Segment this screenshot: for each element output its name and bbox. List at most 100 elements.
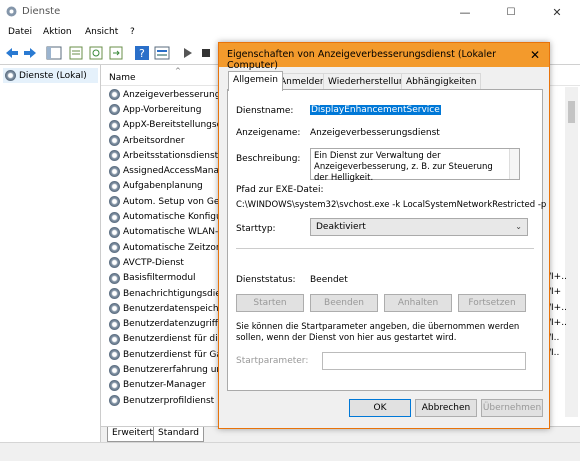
service-name-value[interactable]: DisplayEnhancementService bbox=[310, 105, 441, 115]
service-gear-icon bbox=[109, 318, 120, 330]
service-name: Automatische WLAN-Ko bbox=[123, 227, 221, 238]
maximize-button[interactable]: ☐ bbox=[488, 0, 534, 24]
table-row[interactable]: Arbeitsordner bbox=[109, 133, 185, 148]
startup-type-select[interactable]: Deaktiviert ⌄ bbox=[310, 218, 528, 236]
exe-path-value[interactable]: C:\WINDOWS\system32\svchost.exe -k Local… bbox=[236, 200, 546, 210]
ok-button[interactable]: OK bbox=[349, 399, 411, 417]
service-name: Aufgabenplanung bbox=[123, 181, 203, 192]
service-gear-icon bbox=[109, 395, 120, 407]
service-gear-icon bbox=[109, 272, 120, 284]
tab-abhaengigkeiten[interactable]: Abhängigkeiten bbox=[401, 73, 482, 90]
table-row[interactable]: Benutzerdatenspeicher bbox=[109, 301, 221, 316]
menu-bar: Datei Aktion Ansicht ? bbox=[0, 24, 580, 43]
list-scrollbar[interactable] bbox=[565, 87, 578, 417]
start-button[interactable]: Starten bbox=[236, 294, 304, 312]
service-gear-icon bbox=[109, 135, 120, 147]
selected-text[interactable]: DisplayEnhancementService bbox=[310, 105, 441, 115]
menu-help[interactable]: ? bbox=[130, 27, 135, 37]
tree-item-services-local[interactable]: Dienste (Lokal) bbox=[3, 68, 98, 83]
table-row[interactable]: Benutzerdienst für die B bbox=[109, 332, 221, 347]
start-parameters-hint: Sie können die Startparameter angeben, d… bbox=[236, 322, 520, 343]
pause-button[interactable]: Anhalten bbox=[384, 294, 452, 312]
start-parameters-label: Startparameter: bbox=[236, 356, 309, 366]
divider bbox=[236, 248, 534, 249]
description-textbox[interactable]: Ein Dienst zur Verwaltung der Anzeigever… bbox=[310, 148, 520, 183]
service-name: Benutzerprofildienst bbox=[123, 395, 215, 406]
tab-allgemein[interactable]: Allgemein bbox=[228, 71, 283, 91]
start-parameters-input[interactable] bbox=[322, 352, 526, 370]
service-rows: Anzeigeverbesserungsd App-Vorbereitung App… bbox=[101, 87, 221, 427]
service-gear-icon bbox=[109, 257, 120, 269]
service-name: Benutzerdienst für die B bbox=[123, 334, 221, 345]
service-name: Benutzerdienst für Gam bbox=[123, 349, 221, 360]
chevron-down-icon: ⌄ bbox=[515, 222, 522, 231]
service-name: Anzeigeverbesserungsd bbox=[123, 89, 221, 100]
resume-button[interactable]: Fortsetzen bbox=[458, 294, 526, 312]
table-row[interactable]: Autom. Setup von Gerä bbox=[109, 194, 221, 209]
close-button[interactable]: ✕ bbox=[534, 0, 580, 24]
table-row[interactable]: AppX-Bereitstellungsdi bbox=[109, 118, 221, 133]
minimize-button[interactable]: — bbox=[442, 0, 488, 24]
tab-erweitert[interactable]: Erweitert bbox=[107, 427, 159, 442]
status-label: Dienststatus: bbox=[236, 275, 296, 285]
table-row[interactable]: Anzeigeverbesserungsd bbox=[109, 87, 221, 102]
service-name: Benutzererfahrung und bbox=[123, 365, 221, 376]
table-row[interactable]: Benutzererfahrung und bbox=[109, 362, 221, 377]
table-row[interactable]: Arbeitsstationsdienst bbox=[109, 148, 218, 163]
display-name-value[interactable]: Anzeigeverbesserungsdienst bbox=[310, 128, 440, 138]
table-row[interactable]: Automatische Zeitzoner bbox=[109, 240, 221, 255]
properties-sheet-icon[interactable] bbox=[68, 45, 84, 61]
service-name: Arbeitsordner bbox=[123, 135, 185, 146]
stop-icon[interactable] bbox=[198, 45, 214, 61]
column-header-name[interactable]: Name bbox=[109, 73, 136, 83]
tab-standard[interactable]: Standard bbox=[153, 427, 204, 442]
table-row[interactable]: AVCTP-Dienst bbox=[109, 255, 184, 270]
cancel-button[interactable]: Abbrechen bbox=[415, 399, 477, 417]
menu-aktion[interactable]: Aktion bbox=[43, 27, 72, 37]
detail-view-icon[interactable] bbox=[154, 45, 170, 61]
service-gear-icon bbox=[109, 89, 120, 101]
menu-ansicht[interactable]: Ansicht bbox=[85, 27, 118, 37]
table-row[interactable]: Benutzer-Manager bbox=[109, 378, 206, 393]
stop-button[interactable]: Beenden bbox=[310, 294, 378, 312]
service-name: AssignedAccessManage bbox=[123, 166, 221, 177]
table-row[interactable]: App-Vorbereitung bbox=[109, 102, 201, 117]
export-list-icon[interactable] bbox=[108, 45, 124, 61]
service-name: Arbeitsstationsdienst bbox=[123, 150, 219, 161]
table-row[interactable]: Basisfiltermodul bbox=[109, 271, 196, 286]
play-icon[interactable] bbox=[180, 45, 196, 61]
table-row[interactable]: Benutzerdienst für Gam bbox=[109, 347, 221, 362]
dialog-title: Eigenschaften von Anzeigeverbesserungsdi… bbox=[227, 49, 497, 71]
tree-item-label: Dienste (Lokal) bbox=[19, 70, 87, 81]
service-name: Benachrichtigungsdienst bbox=[123, 288, 221, 299]
services-gear-icon bbox=[5, 70, 16, 81]
console-tree-icon[interactable] bbox=[46, 45, 62, 61]
service-name: Benutzerdatenzugriff_6 bbox=[123, 319, 221, 330]
table-row[interactable]: Benutzerprofildienst bbox=[109, 393, 214, 408]
refresh-icon[interactable] bbox=[88, 45, 104, 61]
table-row[interactable]: Automatische WLAN-Ko bbox=[109, 225, 221, 240]
table-row[interactable]: Benachrichtigungsdienst bbox=[109, 286, 221, 301]
fragment: /I+.. bbox=[548, 317, 567, 328]
back-arrow-icon[interactable] bbox=[4, 45, 20, 61]
table-row[interactable]: Aufgabenplanung bbox=[109, 179, 203, 194]
table-row[interactable]: Benutzerdatenzugriff_6 bbox=[109, 317, 221, 332]
service-name: AVCTP-Dienst bbox=[123, 257, 184, 268]
help-icon[interactable]: ? bbox=[134, 45, 150, 61]
forward-arrow-icon[interactable] bbox=[22, 45, 38, 61]
scrollbar-thumb[interactable] bbox=[568, 101, 575, 123]
service-gear-icon bbox=[109, 364, 120, 376]
apply-button[interactable]: Übernehmen bbox=[481, 399, 543, 417]
window-title: Dienste bbox=[22, 6, 61, 17]
description-scrollbar[interactable] bbox=[509, 149, 519, 179]
service-name: Benutzerdatenspeicher bbox=[123, 303, 221, 314]
fragment: /I.. bbox=[548, 348, 560, 359]
table-row[interactable]: Automatische Konfigur bbox=[109, 209, 221, 224]
dialog-close-button[interactable]: ✕ bbox=[521, 43, 549, 67]
status-value: Beendet bbox=[310, 275, 348, 285]
table-row[interactable]: AssignedAccessManage bbox=[109, 164, 221, 179]
dialog-titlebar: Eigenschaften von Anzeigeverbesserungsdi… bbox=[219, 43, 549, 71]
service-gear-icon bbox=[109, 196, 120, 208]
menu-datei[interactable]: Datei bbox=[8, 27, 32, 37]
fragment: /I+.. bbox=[548, 302, 567, 313]
